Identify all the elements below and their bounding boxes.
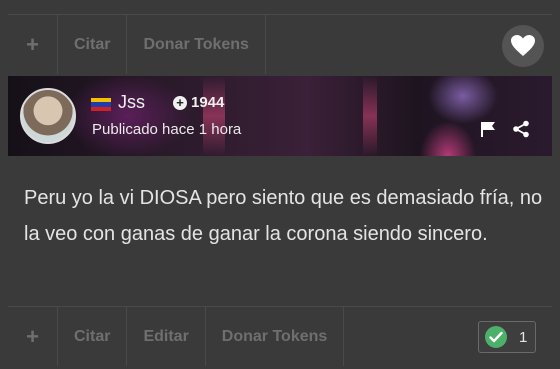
author-points: + 1944 — [173, 94, 224, 111]
like-button[interactable] — [502, 25, 544, 67]
vote-button[interactable]: 1 — [478, 321, 536, 353]
donate-tokens-button[interactable]: Donar Tokens — [127, 15, 266, 74]
post-header-banner: Jss + 1944 Publicado hace 1 hora — [8, 76, 552, 156]
author-name[interactable]: Jss — [118, 92, 145, 113]
plus-circle-icon: + — [173, 95, 187, 110]
vote-count: 1 — [519, 328, 528, 346]
report-flag-icon[interactable] — [479, 120, 497, 138]
quote-button[interactable]: Citar — [58, 307, 128, 366]
avatar[interactable] — [20, 88, 76, 144]
post-body-text: Peru yo la vi DIOSA pero siento que es d… — [24, 187, 543, 245]
top-action-bar: + Citar Donar Tokens — [8, 14, 552, 74]
add-button[interactable]: + — [8, 307, 58, 366]
share-icon[interactable] — [512, 120, 530, 138]
venezuela-flag-icon — [91, 98, 111, 111]
donate-tokens-button[interactable]: Donar Tokens — [206, 307, 345, 366]
banner-light-streak — [363, 76, 377, 156]
banner-light-streak — [203, 76, 225, 156]
edit-button[interactable]: Editar — [127, 307, 206, 366]
points-value: 1944 — [191, 94, 225, 111]
bottom-action-bar: + Citar Editar Donar Tokens 1 — [8, 306, 552, 366]
add-button[interactable]: + — [8, 15, 58, 74]
heart-icon — [511, 35, 535, 56]
quote-button[interactable]: Citar — [58, 15, 128, 74]
checkmark-icon — [485, 326, 507, 348]
published-time: Publicado hace 1 hora — [92, 121, 242, 138]
